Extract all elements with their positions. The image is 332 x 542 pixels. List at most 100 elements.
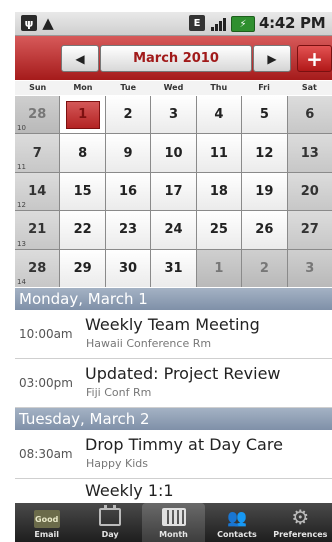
tab-contacts[interactable]: 👥 Contacts [205, 503, 268, 542]
day-cell[interactable]: 2 [105, 96, 151, 134]
day-number: 20 [300, 183, 319, 199]
previous-month-button[interactable]: ◀ [61, 45, 99, 72]
day-cell[interactable]: 7 11 [15, 134, 60, 172]
day-cell[interactable]: 16 [105, 172, 151, 211]
day-cell[interactable]: 26 [242, 211, 287, 249]
day-cell[interactable]: 31 [151, 249, 196, 287]
day-cell[interactable]: 30 [105, 249, 151, 287]
day-number: 15 [73, 183, 92, 199]
day-number: 28 [28, 107, 47, 123]
day-cell[interactable]: 20 [287, 172, 332, 211]
day-number: 22 [73, 222, 92, 238]
day-cell[interactable]: 13 [287, 134, 332, 172]
day-number: 2 [123, 107, 133, 123]
day-cell[interactable]: 22 [60, 211, 105, 249]
event-title: Updated: Project Review [85, 364, 281, 383]
clock-time: 4:42 PM [259, 14, 326, 32]
weekday-label: Wed [163, 83, 184, 92]
tab-label: Day [101, 530, 119, 539]
weekday-label: Sat [301, 83, 317, 92]
day-number: 2 [259, 260, 269, 276]
agenda-event[interactable]: 08:30am Drop Timmy at Day Care Happy Kid… [15, 430, 332, 479]
day-cell[interactable]: 6 [287, 96, 332, 134]
arrow-right-icon: ▶ [267, 51, 277, 66]
month-title[interactable]: March 2010 [100, 45, 252, 72]
day-number: 26 [255, 222, 274, 238]
next-month-button[interactable]: ▶ [253, 45, 291, 72]
day-cell[interactable]: 28 10 [15, 96, 60, 134]
tab-label: Month [159, 530, 188, 539]
day-number: 17 [164, 183, 183, 199]
week-number: 11 [17, 162, 26, 171]
day-number: 24 [164, 222, 183, 238]
weekday-label: Fri [258, 83, 270, 92]
day-number: 28 [28, 260, 47, 276]
day-cell[interactable]: 9 [105, 134, 151, 172]
add-event-button[interactable]: + [297, 45, 332, 72]
day-cell[interactable]: 14 12 [15, 172, 60, 211]
day-cell[interactable]: 27 [287, 211, 332, 249]
tab-day[interactable]: Day [78, 503, 141, 542]
signal-icon [209, 15, 227, 31]
day-cell[interactable]: 10 [151, 134, 196, 172]
agenda-event[interactable]: 03:00pm Updated: Project Review Fiji Con… [15, 359, 332, 408]
day-cell[interactable]: 17 [151, 172, 196, 211]
event-title: Drop Timmy at Day Care [85, 435, 283, 454]
day-cell[interactable]: 24 [151, 211, 196, 249]
day-number: 4 [214, 107, 224, 123]
event-title: Weekly 1:1 [85, 481, 174, 500]
day-cell[interactable]: 25 [196, 211, 242, 249]
status-bar: ψ ▲ E ⚡ 4:42 PM [15, 12, 332, 36]
day-cell[interactable]: 3 [287, 249, 332, 287]
day-number: 16 [119, 183, 138, 199]
day-number: 31 [164, 260, 183, 276]
weekday-label: Tue [120, 83, 137, 92]
agenda-event[interactable]: 10:00am Weekly Team Meeting Hawaii Confe… [15, 310, 332, 359]
calendar-app: ψ ▲ E ⚡ 4:42 PM ◀ March 2010 ▶ + Sun Mon… [15, 12, 332, 542]
day-number: 5 [259, 107, 269, 123]
day-cell[interactable]: 29 [60, 249, 105, 287]
month-calendar-icon [161, 506, 186, 528]
day-cell[interactable]: 1 [196, 249, 242, 287]
agenda-day-heading: Monday, March 1 [15, 288, 332, 310]
day-cell[interactable]: 18 [196, 172, 242, 211]
tab-email[interactable]: Good Email [15, 503, 78, 542]
event-time: 08:30am [19, 447, 73, 461]
gear-icon: ⚙ [291, 505, 310, 529]
event-time: 10:00am [19, 327, 73, 341]
day-cell-selected[interactable]: 1 [60, 96, 105, 134]
bottom-tab-bar: Good Email Day Month 👥 Contacts ⚙ Prefer… [15, 503, 332, 542]
day-number: 3 [305, 260, 315, 276]
day-cell[interactable]: 21 13 [15, 211, 60, 249]
day-number: 21 [28, 222, 47, 238]
day-cell[interactable]: 3 [151, 96, 196, 134]
arrow-left-icon: ◀ [75, 51, 85, 66]
agenda-event[interactable]: Weekly 1:1 [15, 479, 332, 503]
tab-preferences[interactable]: ⚙ Preferences [269, 503, 332, 542]
day-cell[interactable]: 28 14 [15, 249, 60, 287]
day-cell[interactable]: 12 [242, 134, 287, 172]
day-cell[interactable]: 15 [60, 172, 105, 211]
day-cell[interactable]: 11 [196, 134, 242, 172]
event-location: Fiji Conf Rm [86, 386, 152, 399]
day-number: 9 [123, 145, 133, 161]
day-number: 3 [168, 107, 179, 123]
day-number: 12 [255, 145, 274, 161]
day-number: 25 [209, 222, 228, 238]
day-cell[interactable]: 4 [196, 96, 242, 134]
day-number: 18 [209, 183, 228, 199]
agenda-day-heading: Tuesday, March 2 [15, 408, 332, 430]
agenda-list[interactable]: Monday, March 1 10:00am Weekly Team Meet… [15, 288, 332, 503]
day-cell[interactable]: 5 [242, 96, 287, 134]
warning-icon: ▲ [42, 14, 54, 32]
day-cell[interactable]: 23 [105, 211, 151, 249]
day-number: 1 [214, 260, 224, 276]
day-cell[interactable]: 8 [60, 134, 105, 172]
contacts-icon: 👥 [226, 507, 247, 527]
event-location: Happy Kids [86, 457, 148, 470]
day-cell[interactable]: 2 [242, 249, 287, 287]
tab-month[interactable]: Month [141, 503, 206, 542]
good-email-icon: Good [33, 510, 60, 528]
exchange-icon: E [189, 15, 205, 31]
day-cell[interactable]: 19 [242, 172, 287, 211]
